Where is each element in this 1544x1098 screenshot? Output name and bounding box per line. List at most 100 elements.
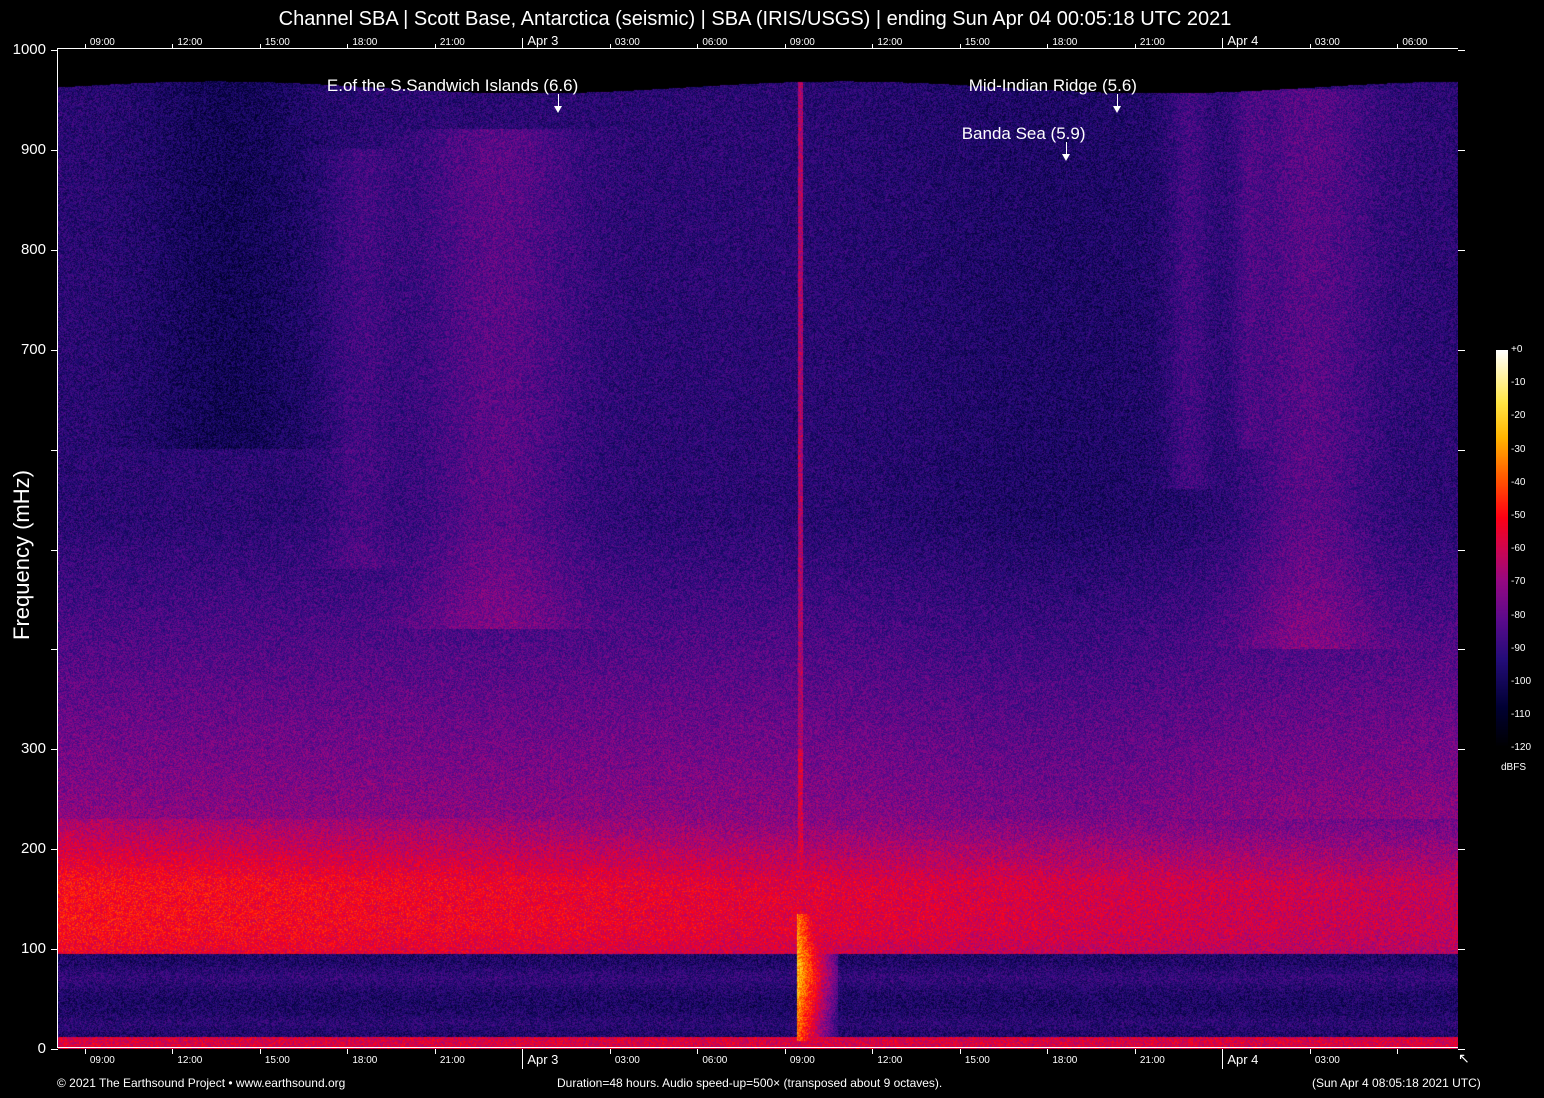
y-tick-left [51,550,58,551]
y-tick-left [51,450,58,451]
y-tick-label: 700 [0,341,46,358]
x-tick-top [785,44,786,49]
y-tick-right [1458,150,1465,151]
x-tick-top [172,44,173,49]
x-tick-label-bottom: 09:00 [790,1055,815,1066]
x-tick-top [1222,38,1223,49]
x-tick-bottom [1222,1049,1223,1069]
y-tick-right [1458,949,1465,950]
y-axis-label: Frequency (mHz) [9,470,35,640]
colorbar-tick-label: -70 [1511,576,1525,587]
y-tick-label: 100 [0,940,46,957]
x-tick-top [435,44,436,49]
colorbar-tick-label: -20 [1511,410,1525,421]
x-tick-label-bottom: 21:00 [1140,1055,1165,1066]
annotation-arrowhead [1062,154,1070,161]
x-tick-top [1047,44,1048,49]
x-tick-label-top: 09:00 [790,37,815,48]
colorbar-tick-label: -30 [1511,444,1525,455]
colorbar-tick-label: -100 [1511,676,1531,687]
x-tick-bottom [610,1049,611,1054]
x-tick-bottom [85,1049,86,1054]
x-tick-label-bottom: 12:00 [877,1055,902,1066]
x-tick-top [610,44,611,49]
x-tick-label-top: 15:00 [965,37,990,48]
x-tick-label-top: 21:00 [1140,37,1165,48]
y-tick-left [51,649,58,650]
colorbar-tick-label: -90 [1511,643,1525,654]
spectrogram-heatmap [58,49,1458,1049]
x-tick-label-bottom: 21:00 [440,1055,465,1066]
footer-timestamp: (Sun Apr 4 08:05:18 2021 UTC) [1312,1076,1481,1090]
x-tick-label-top: 03:00 [1315,37,1340,48]
x-tick-label-bottom: 15:00 [965,1055,990,1066]
x-tick-label-bottom: 12:00 [177,1055,202,1066]
x-tick-bottom [1047,1049,1048,1054]
colorbar-tick-label: -120 [1511,742,1531,753]
footer-copyright: © 2021 The Earthsound Project • www.eart… [57,1076,345,1090]
y-tick-right [1458,350,1465,351]
y-tick-left [51,849,58,850]
x-tick-label-top: Apr 3 [527,33,558,48]
x-tick-label-bottom: 06:00 [702,1055,727,1066]
x-tick-bottom [347,1049,348,1054]
footer-info: Duration=48 hours. Audio speed-up=500× (… [557,1076,942,1090]
x-tick-top [1310,44,1311,49]
x-tick-label-top: 09:00 [90,37,115,48]
x-tick-label-top: 06:00 [702,37,727,48]
x-tick-bottom [1397,1049,1398,1054]
colorbar-tick-label: -80 [1511,610,1525,621]
colorbar [1496,350,1508,748]
colorbar-tick-label: +0 [1511,344,1522,355]
x-tick-label-bottom: 18:00 [352,1055,377,1066]
x-tick-bottom [260,1049,261,1054]
colorbar-tick-label: -10 [1511,377,1525,388]
x-tick-bottom [522,1049,523,1069]
y-tick-left [51,749,58,750]
x-tick-top [872,44,873,49]
y-tick-right [1458,450,1465,451]
x-tick-top [1135,44,1136,49]
x-tick-bottom [172,1049,173,1054]
x-tick-top [260,44,261,49]
x-tick-top [1397,44,1398,49]
annotation-label: E.of the S.Sandwich Islands (6.6) [327,76,578,96]
x-tick-label-bottom: 09:00 [90,1055,115,1066]
x-tick-label-bottom: 03:00 [615,1055,640,1066]
x-tick-top [697,44,698,49]
x-tick-bottom [785,1049,786,1054]
y-tick-left [51,350,58,351]
x-tick-top [522,38,523,49]
y-tick-left [51,250,58,251]
x-tick-label-top: 03:00 [615,37,640,48]
x-tick-top [85,44,86,49]
colorbar-tick-label: -50 [1511,510,1525,521]
x-tick-label-top: 06:00 [1402,37,1427,48]
x-tick-top [347,44,348,49]
colorbar-tick-label: -60 [1511,543,1525,554]
colorbar-unit: dBFS [1501,762,1526,773]
x-tick-label-bottom: 03:00 [1315,1055,1340,1066]
y-tick-right [1458,250,1465,251]
x-tick-label-bottom: Apr 4 [1227,1052,1258,1067]
mouse-cursor-icon: ↖ [1458,1050,1470,1067]
x-tick-label-top: 15:00 [265,37,290,48]
y-tick-right [1458,749,1465,750]
colorbar-tick-label: -110 [1511,709,1530,720]
x-tick-top [960,44,961,49]
x-tick-bottom [1310,1049,1311,1054]
annotation-arrowhead [554,106,562,113]
y-tick-label: 900 [0,141,46,158]
y-tick-label: 1000 [0,41,46,58]
x-tick-label-bottom: Apr 3 [527,1052,558,1067]
y-tick-right [1458,649,1465,650]
x-tick-bottom [872,1049,873,1054]
x-tick-bottom [1135,1049,1136,1054]
x-tick-label-top: 12:00 [177,37,202,48]
x-tick-bottom [435,1049,436,1054]
x-tick-label-top: Apr 4 [1227,33,1258,48]
x-tick-bottom [697,1049,698,1054]
x-tick-label-top: 18:00 [1052,37,1077,48]
y-tick-right [1458,50,1465,51]
chart-title: Channel SBA | Scott Base, Antarctica (se… [0,8,1510,31]
